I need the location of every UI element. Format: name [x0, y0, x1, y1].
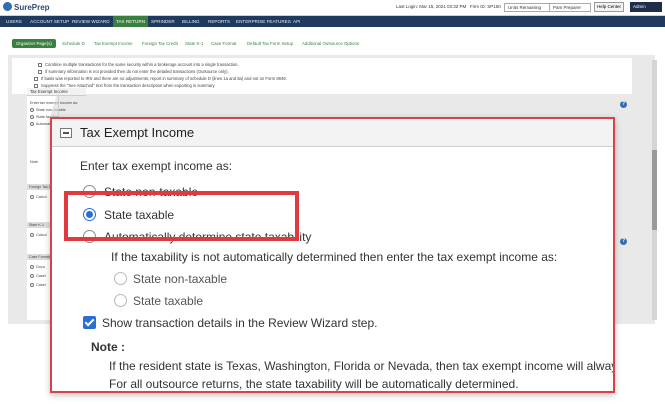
mini-option: Casel — [30, 274, 46, 278]
bg-option-line: If summary information is not provided t… — [38, 69, 229, 74]
tab-foreign-tax-credit[interactable]: Foreign Tax Credit — [142, 39, 178, 48]
note-label: Note : — [91, 340, 125, 354]
last-login-text: Last Login: Mar 15, 2021 03:32 PM — [396, 4, 467, 9]
dialog-header: Tax Exempt Income — [52, 119, 613, 147]
tab-organizer-pages[interactable]: Organizer Page(s) — [12, 39, 56, 48]
tab-state-k1[interactable]: State K-1 — [185, 39, 203, 48]
nav-account-setup[interactable]: ACCOUNT SETUP — [30, 16, 69, 27]
radio-icon[interactable] — [30, 233, 34, 237]
sub-intro-text: If the taxability is not automatically d… — [111, 250, 558, 264]
screenshot-stage: SurePrep Last Login: Mar 15, 2021 03:32 … — [0, 0, 665, 404]
logo-text: SurePrep — [14, 3, 50, 12]
nav-tax-return[interactable]: TAX RETURN — [113, 16, 149, 27]
bg-option-line: If basis was reported to IRS and there a… — [34, 76, 287, 81]
nav-enterprise-features[interactable]: ENTERPRISE FEATURES — [236, 16, 291, 27]
mini-option: Calcul — [30, 233, 47, 237]
tab-tax-exempt-income[interactable]: Tax Exempt Income — [94, 39, 133, 48]
mini-option: State non-taxable — [30, 108, 66, 112]
user-dropdown[interactable]: Pam Preparer — [549, 3, 591, 12]
dialog-intro: Enter tax exempt income as: — [80, 159, 233, 173]
firm-id-text: Firm ID: SP150 — [470, 4, 501, 9]
schedule-d-card: Combine multiple transactions for the sa… — [12, 58, 632, 94]
tab-schedule-d[interactable]: Schedule D — [62, 39, 85, 48]
scrollbar-thumb[interactable] — [652, 150, 657, 230]
logo-mark-icon — [3, 2, 12, 11]
mini-panel-title: Tax Exempt Income — [27, 88, 86, 96]
tab-case-format[interactable]: Case Format — [211, 39, 236, 48]
nav-reports[interactable]: REPORTS — [208, 16, 230, 27]
mini-option: Casel — [30, 283, 46, 287]
tax-exempt-income-dialog: Tax Exempt Income Enter tax exempt incom… — [50, 117, 615, 393]
top-bar: SurePrep Last Login: Mar 15, 2021 03:32 … — [0, 0, 665, 16]
nav-users[interactable]: USERS — [6, 16, 22, 27]
radio-icon[interactable] — [30, 265, 34, 269]
note-line-2: For all outsource returns, the state tax… — [109, 377, 519, 391]
nav-review-wizard[interactable]: REVIEW WIZARD — [72, 16, 110, 27]
main-nav: USERS ACCOUNT SETUP REVIEW WIZARD TAX RE… — [0, 16, 665, 27]
mini-option: Calcul — [30, 195, 47, 199]
mini-option: Docu — [30, 265, 45, 269]
show-details-checkbox[interactable] — [83, 316, 96, 329]
mini-note: Note — [30, 160, 39, 164]
show-details-label: Show transaction details in the Review W… — [102, 316, 378, 330]
note-line-1: If the resident state is Texas, Washingt… — [109, 359, 613, 373]
mini-panel-intro: Enter tax exempt income as: — [30, 101, 79, 105]
bg-option-line: Combine multiple transactions for the sa… — [38, 62, 239, 67]
sub-tabs: Organizer Page(s) Schedule D Tax Exempt … — [0, 27, 665, 55]
collapse-icon[interactable] — [60, 128, 72, 138]
checkbox-icon[interactable] — [38, 70, 42, 74]
help-icon[interactable]: ? — [620, 238, 627, 245]
radio-icon[interactable] — [30, 108, 34, 112]
dialog-title: Tax Exempt Income — [80, 125, 195, 140]
radio-icon[interactable] — [30, 195, 34, 199]
sub-option-non-taxable-label: State non-taxable — [133, 272, 228, 286]
radio-sub-state-taxable[interactable] — [114, 294, 127, 307]
radio-sub-state-non-taxable[interactable] — [114, 272, 127, 285]
checkbox-icon[interactable] — [38, 63, 42, 67]
tab-additional-outsource-options[interactable]: Additional Outsource Options — [302, 39, 359, 48]
units-dropdown[interactable]: Units Remaining — [504, 3, 550, 12]
help-icon[interactable]: ? — [620, 101, 627, 108]
nav-sprinder[interactable]: SPRINDER — [151, 16, 175, 27]
radio-icon[interactable] — [30, 115, 34, 119]
radio-icon[interactable] — [30, 283, 34, 287]
nav-billing[interactable]: BILLING — [182, 16, 200, 27]
admin-menu[interactable]: Admin — [630, 2, 662, 12]
radio-icon[interactable] — [30, 122, 34, 126]
help-center-button[interactable]: Help Center — [594, 2, 624, 12]
tab-default-tax-form-setup[interactable]: Default Tax Form Setup — [247, 39, 293, 48]
sureprep-logo: SurePrep — [3, 2, 50, 12]
selection-highlight-box — [64, 191, 299, 241]
sub-option-taxable-label: State taxable — [133, 294, 204, 308]
radio-icon[interactable] — [30, 274, 34, 278]
checkbox-icon[interactable] — [34, 77, 38, 81]
nav-api[interactable]: API — [293, 16, 300, 27]
